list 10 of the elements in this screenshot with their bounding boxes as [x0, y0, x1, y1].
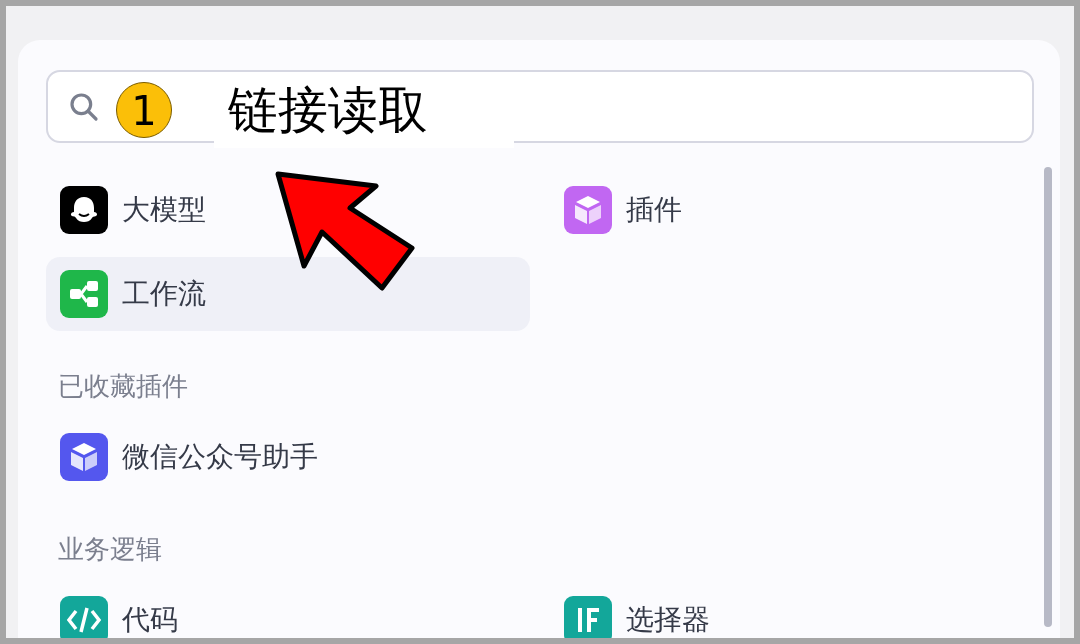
section-heading: 已收藏插件 — [58, 370, 189, 403]
node-item[interactable]: 大模型 — [46, 173, 530, 247]
node-item[interactable]: 代码 — [46, 583, 530, 638]
node-item[interactable]: 选择器 — [550, 583, 1034, 638]
scrollbar[interactable] — [1044, 167, 1052, 627]
node-item[interactable]: 微信公众号助手 — [46, 420, 530, 494]
node-item[interactable]: 插件 — [550, 173, 1034, 247]
section-heading: 业务逻辑 — [58, 533, 163, 566]
node-item[interactable]: 工作流 — [46, 257, 530, 331]
search-icon — [68, 90, 100, 123]
